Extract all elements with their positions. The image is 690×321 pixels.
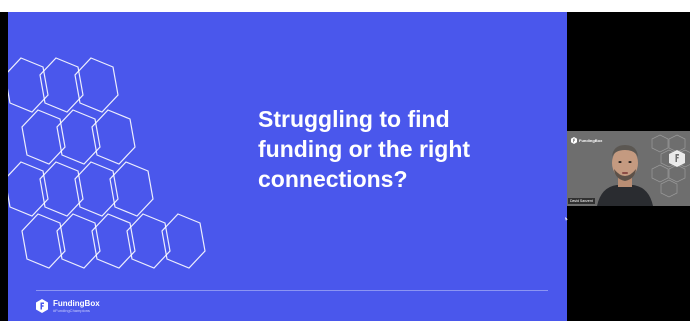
mouse-cursor-icon [565, 217, 568, 221]
participant-name-tag: David Sanzent [568, 198, 595, 204]
meeting-view: Struggling to find funding or the right … [0, 0, 690, 321]
funding-box-f-icon [571, 137, 577, 144]
slide-brand: FundingBox #FundingChampions [36, 299, 100, 313]
top-strip [0, 0, 690, 12]
brand-name: FundingBox [53, 299, 100, 308]
slide-headline: Struggling to find funding or the right … [258, 104, 558, 194]
headline-line-2: funding or the right [258, 136, 471, 162]
headline-line-1: Struggling to find [258, 106, 450, 132]
slide-footer-divider [36, 290, 548, 291]
funding-box-logo-icon [36, 299, 48, 313]
brand-tagline: #FundingChampions [53, 308, 90, 313]
participant-figure [597, 145, 653, 206]
hexagon-pattern-decoration [8, 57, 206, 269]
participant-video-tile[interactable]: FundingBox David Sanzent [567, 131, 690, 206]
headline-line-3: connections? [258, 166, 408, 192]
shared-slide: Struggling to find funding or the right … [8, 12, 567, 321]
